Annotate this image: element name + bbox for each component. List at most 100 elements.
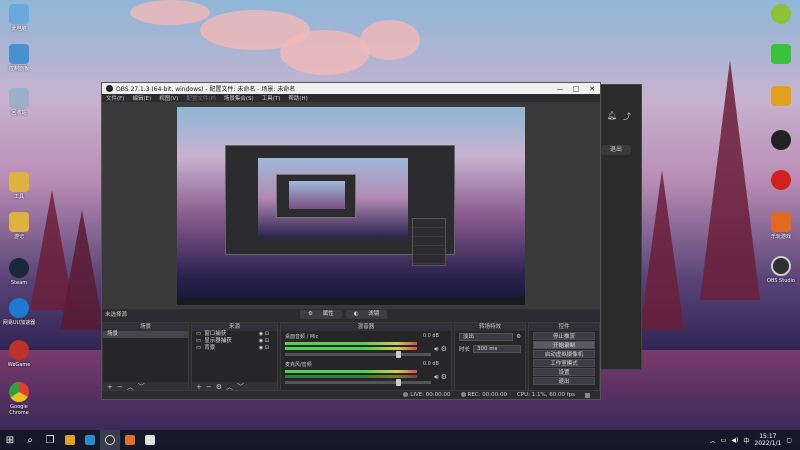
clock-time: 15:17 [759,433,777,440]
settings-button[interactable]: 设置 [533,368,595,376]
image-icon: ▭ [196,345,202,351]
start-virtual-camera-button[interactable]: 启动虚拟摄像机 [533,350,595,358]
transition-type-select[interactable]: 淡出 [459,333,514,341]
taskbar-app[interactable] [60,430,80,450]
menu-help[interactable]: 帮助(H) [288,94,307,102]
duration-label: 时长 [459,347,471,353]
live-status: LIVE: 00:00:00 [403,392,451,398]
source-item[interactable]: ▭ 显示器捕获 ◉ ⊡ [192,338,277,345]
menu-edit[interactable]: 编辑(E) [132,94,151,102]
volume-slider[interactable] [285,351,431,358]
taskbar-app[interactable] [140,430,160,450]
channel-db: 0.0 dB [422,333,439,339]
task-view-icon[interactable]: ❐ [40,430,60,450]
gear-icon[interactable]: ⚙ [441,373,447,381]
computer-icon [9,4,29,24]
stop-streaming-button[interactable]: 停止推流 [533,332,595,340]
explorer-icon [145,435,155,445]
recycle-bin-icon [9,88,29,108]
program-preview[interactable] [177,107,525,305]
menu-file[interactable]: 文件(F) [106,94,124,102]
taskbar-clock[interactable]: 15:17 2022/1/1 [754,433,781,447]
live-dot-icon [403,392,409,397]
bell-icon[interactable]: 🔔︎ [607,111,617,120]
exit-obs-button[interactable]: 退出 [533,377,595,385]
desktop-icon-netease-music[interactable] [764,170,798,192]
properties-button[interactable]: ⚙ 属性 [300,310,342,319]
app-icon [771,86,791,106]
filter-icon: ◐ [349,311,365,317]
visibility-eye-icon[interactable]: ◉ ⊡ [259,338,269,345]
scene-item[interactable]: 场景 [103,331,188,338]
captured-taskbar [177,297,525,305]
add-transition-icon[interactable]: ⚙ [516,334,521,340]
desktop-icon-computer[interactable]: 此电脑 [2,4,36,32]
cpu-status: CPU: 1.1%, 60.00 fps [516,392,575,398]
clock-date: 2022/1/1 [754,440,782,447]
volume-meter [285,342,417,345]
volume-icon[interactable]: ◀) [731,437,738,444]
source-item[interactable]: ▭ 背景 ◉ ⊡ [192,345,277,352]
tray-overflow-icon[interactable]: ︿ [710,436,716,445]
gear-icon[interactable]: ⚙ [441,345,447,353]
speaker-icon[interactable]: 🔊︎ [434,345,438,353]
desktop-icon-steam[interactable]: Steam [2,258,36,286]
desktop-icon-wegame[interactable]: WeGame [2,340,36,368]
mixer-channel-mic: 麦克风/音频 0.0 dB 🔊︎ ⚙ [281,359,451,387]
desktop-icon-qq[interactable] [764,130,798,152]
visibility-eye-icon[interactable]: ◉ ⊡ [259,331,269,338]
wegame-icon [9,340,29,360]
desktop-icon-app-1[interactable] [764,4,798,26]
slider-knob[interactable] [396,351,401,358]
desktop-icon-obs[interactable]: OBS Studio [764,256,798,284]
exit-button[interactable]: 退出 [601,145,631,155]
filters-button[interactable]: ◐ 滤镜 [345,310,388,319]
start-recording-button[interactable]: 开始录制 [533,341,595,349]
network-icon[interactable]: ▭ [721,437,727,444]
menu-scene-collection[interactable]: 场景集合(S) [224,94,254,102]
nested-obs-capture [225,145,455,266]
controls-title: 控件 [529,323,599,331]
notification-icon[interactable]: ▢ [786,437,792,444]
channel-db: 0.0 dB [422,361,439,367]
taskbar-obs[interactable] [100,430,120,450]
desktop-icon-tools[interactable]: 工具 [2,172,36,200]
ime-indicator[interactable]: 中 [743,436,749,445]
desktop-icon-app-2[interactable] [764,86,798,108]
desktop-icon-wechat[interactable] [764,44,798,66]
studio-mode-button[interactable]: 工作室模式 [533,359,595,367]
menu-view[interactable]: 视图(V) [159,94,178,102]
volume-slider[interactable] [285,379,431,386]
close-button[interactable]: ✕ [584,85,600,93]
maximize-button[interactable]: □ [568,85,584,93]
obs-titlebar[interactable]: OBS 27.1.3 (64-bit, windows) - 配置文件: 未命名… [102,83,600,94]
uu-booster-icon [9,298,29,318]
taskbar-app[interactable] [80,430,100,450]
desktop-icon-notes[interactable]: 游记 [2,212,36,240]
control-panel-icon [9,44,29,64]
volume-meter [285,375,417,378]
mixer-channel-desktop: 桌面音频 / Mic 0.0 dB 🔊︎ ⚙ [281,331,451,359]
rec-status: REC: 00:00:00 [460,392,507,398]
speaker-icon[interactable]: 🔊︎ [434,373,438,381]
duration-input[interactable]: 300 ms [473,345,521,353]
desktop-icon-recycle-bin[interactable]: 回收站 [2,88,36,116]
share-icon[interactable]: ⤴ [623,111,631,122]
desktop-icon-game[interactable]: 乐玩游戏 [764,212,798,240]
netease-music-icon [771,170,791,190]
taskbar-app[interactable] [120,430,140,450]
qq-icon [771,130,791,150]
desktop-icon-chrome[interactable]: Google Chrome [2,382,36,416]
search-icon[interactable]: ⌕ [20,430,40,450]
obs-window[interactable]: OBS 27.1.3 (64-bit, windows) - 配置文件: 未命名… [101,82,601,400]
source-item[interactable]: ▭ 窗口捕获 ◉ ⊡ [192,331,277,338]
menu-tools[interactable]: 工具(T) [262,94,281,102]
desktop-icon-control-panel[interactable]: 控制面板 [2,44,36,72]
controls-dock: 控件 停止推流 开始录制 启动虚拟摄像机 工作室模式 设置 退出 [528,322,600,392]
start-icon[interactable]: ⊞ [0,430,20,450]
visibility-eye-icon[interactable]: ◉ ⊡ [259,345,269,352]
minimize-button[interactable]: — [552,85,568,93]
desktop-icon-uu[interactable]: 网易UU加速器 [2,298,36,326]
menu-profile[interactable]: 配置文件(P) [186,94,216,102]
slider-knob[interactable] [396,379,401,386]
